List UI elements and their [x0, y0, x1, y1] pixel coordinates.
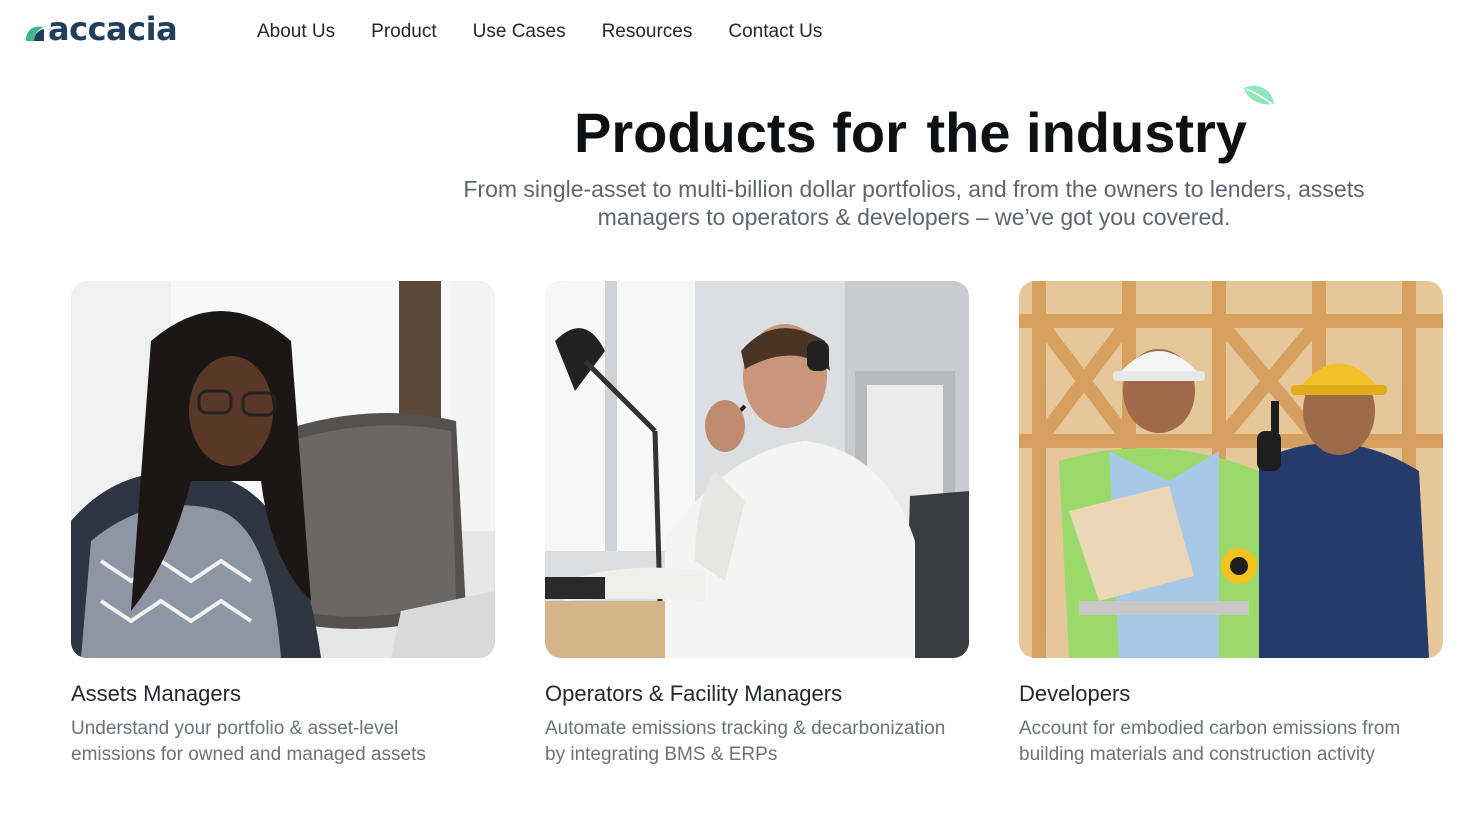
logo-mark-icon — [26, 26, 44, 41]
page-title: Products for the industry — [574, 98, 1256, 168]
nav-about-us[interactable]: About Us — [257, 20, 335, 44]
nav-contact-us[interactable]: Contact Us — [728, 20, 822, 44]
photo-woman-laptop — [71, 281, 495, 658]
nav-use-cases[interactable]: Use Cases — [473, 20, 566, 44]
nav-resources[interactable]: Resources — [602, 20, 693, 44]
nav-product[interactable]: Product — [371, 20, 436, 44]
card-title: Operators & Facility Managers — [545, 681, 843, 706]
product-card-operators[interactable]: Operators & Facility Managers Automate e… — [545, 281, 969, 768]
card-image-asset-manager — [71, 281, 495, 658]
brand-logo[interactable]: accacia — [24, 10, 178, 48]
card-description: Understand your portfolio & asset-level … — [71, 718, 426, 765]
site-header: accacia About Us Product Use Cases Resou… — [0, 0, 1466, 64]
card-title: Assets Managers — [71, 681, 241, 706]
card-description: Account for embodied carbon emissions fr… — [1019, 718, 1401, 765]
page-title-prefix: Products for — [574, 101, 923, 164]
card-description: Automate emissions tracking & decarboniz… — [545, 718, 946, 765]
card-image-developers — [1019, 281, 1443, 658]
brand-name: accacia — [48, 10, 178, 48]
leaf-icon — [1244, 85, 1274, 105]
product-card-developers[interactable]: Developers Account for embodied carbon e… — [1019, 281, 1443, 768]
card-title: Developers — [1019, 681, 1131, 706]
page-subtitle: From single-asset to multi-billion dolla… — [463, 176, 1365, 230]
main-nav: About Us Product Use Cases Resources Con… — [257, 20, 858, 44]
product-card-assets-managers[interactable]: Assets Managers Understand your portfoli… — [71, 281, 495, 768]
photo-man-headset — [545, 281, 969, 658]
photo-construction-workers — [1019, 281, 1443, 658]
page-title-highlight: the industry — [918, 98, 1256, 168]
card-image-operator — [545, 281, 969, 658]
